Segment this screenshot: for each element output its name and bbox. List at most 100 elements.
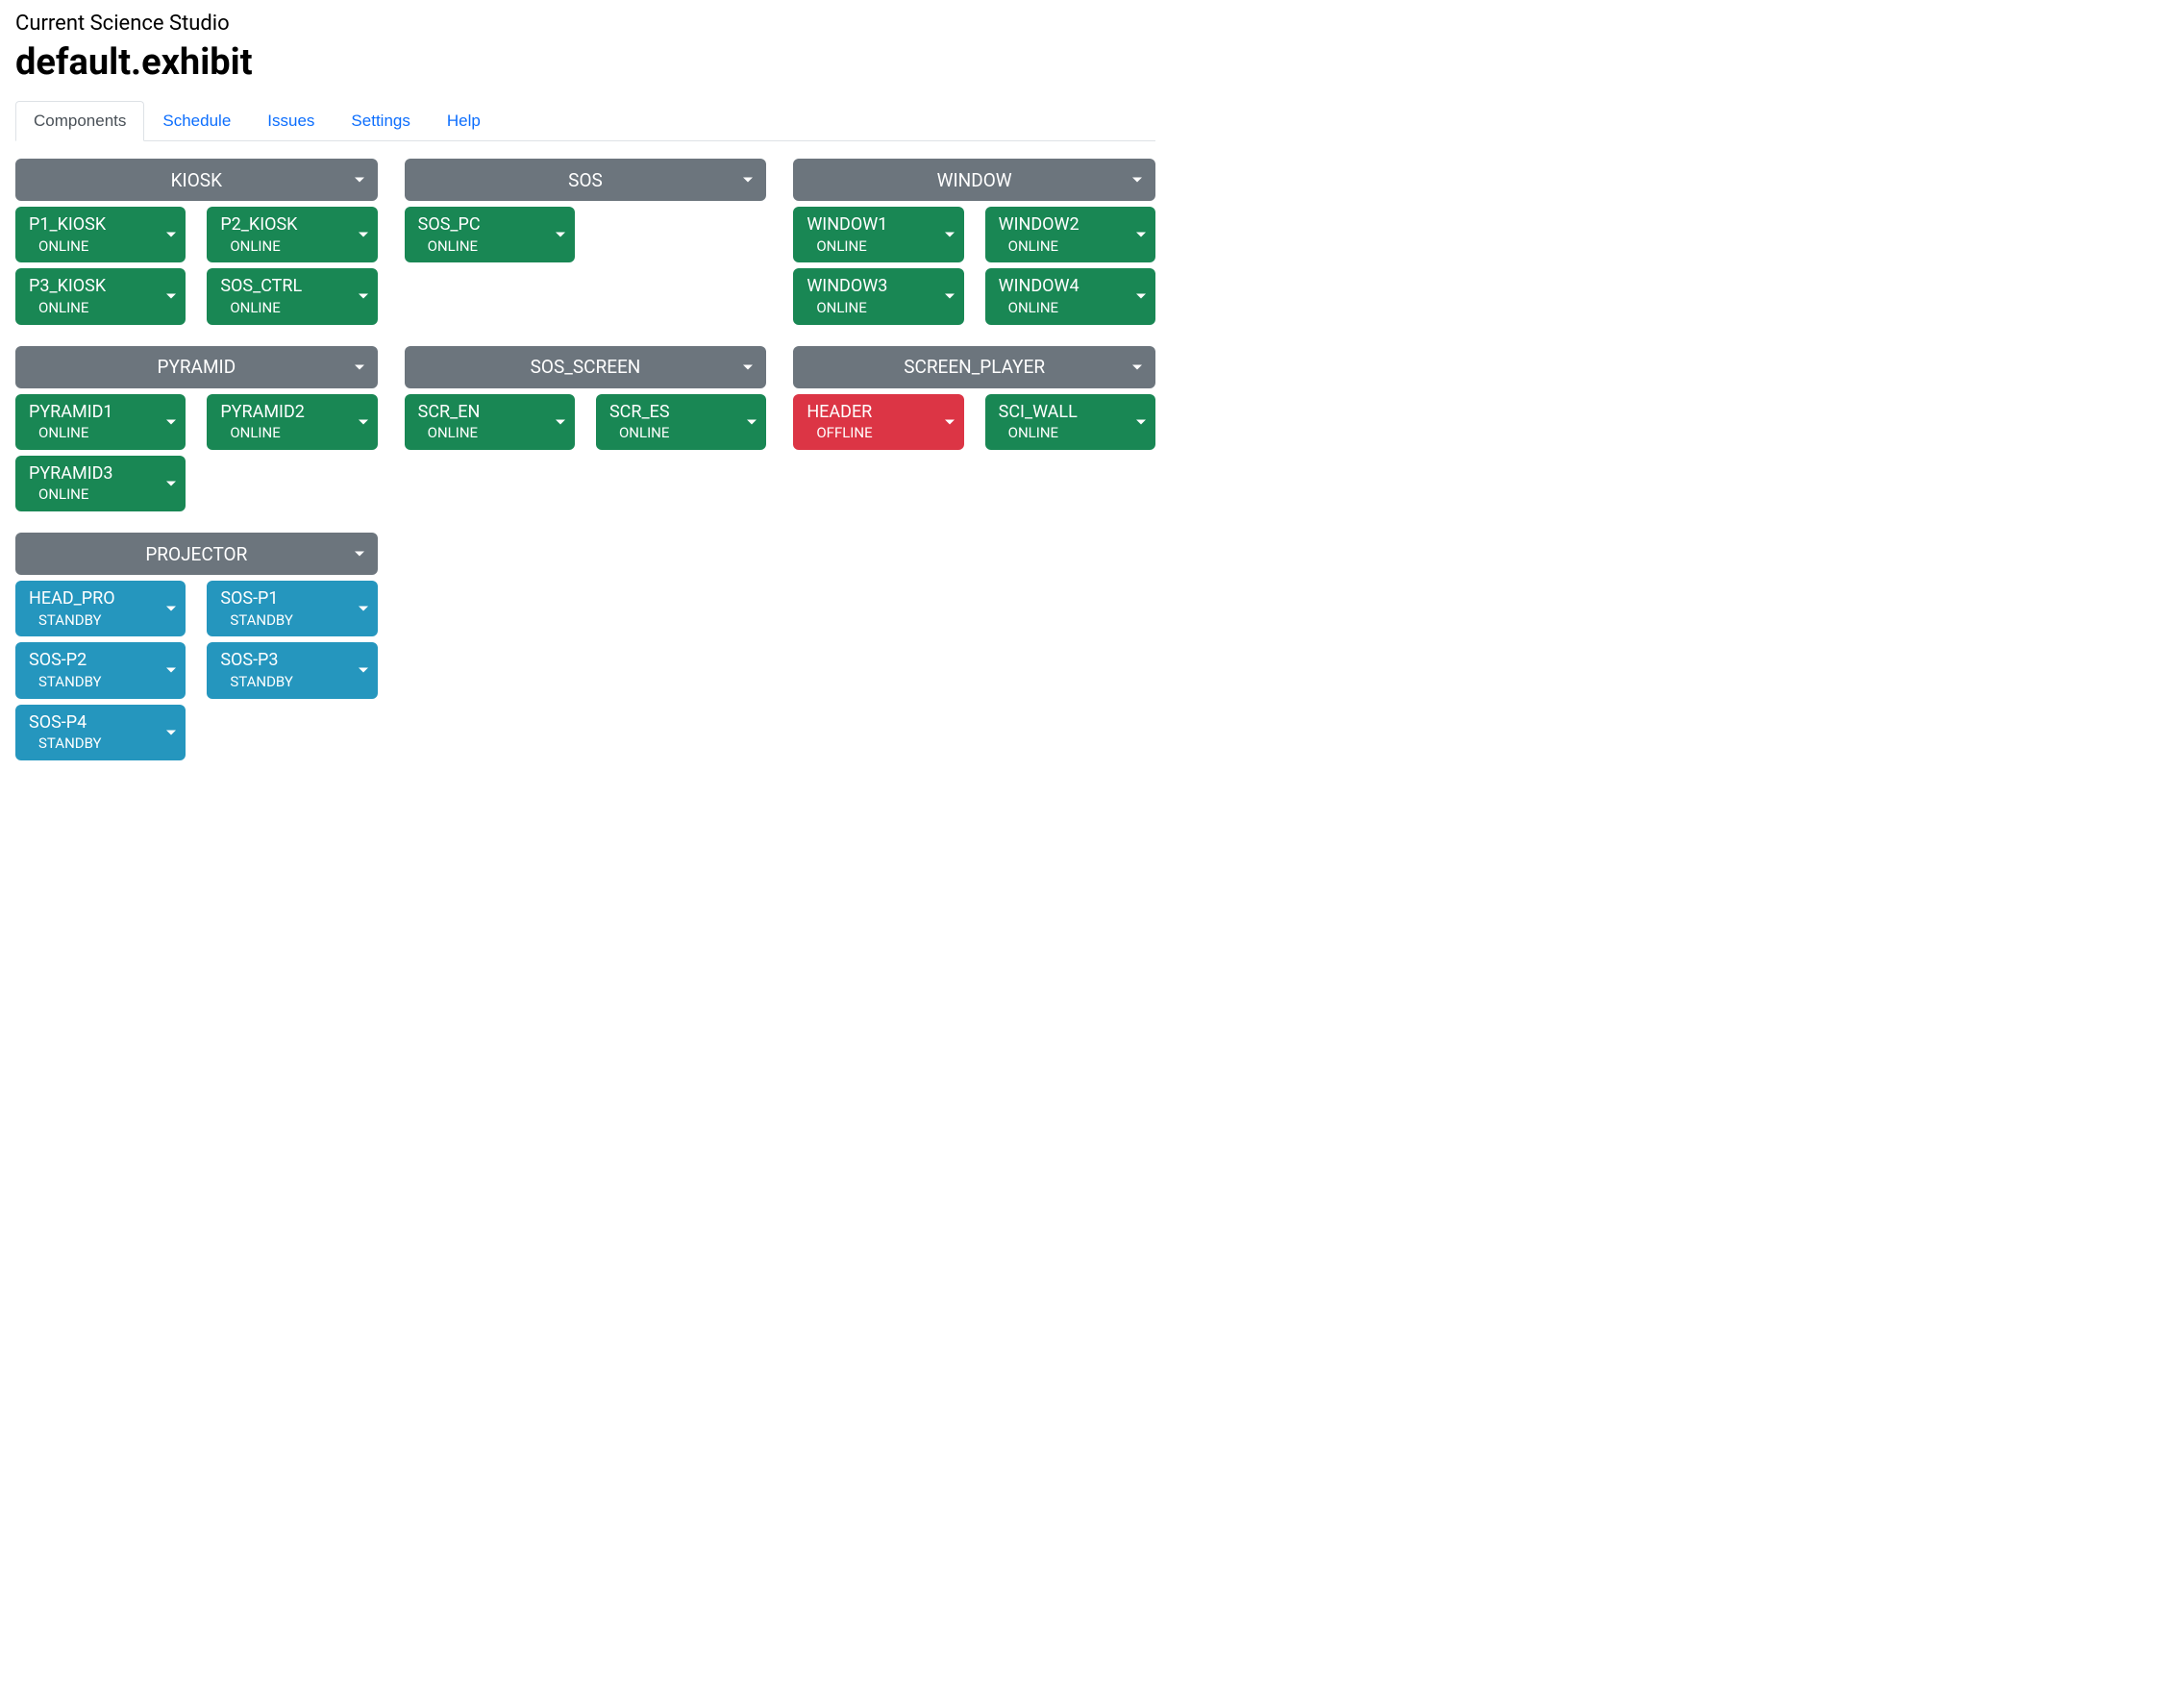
component-name: WINDOW3: [807, 276, 887, 298]
component-scr_es[interactable]: SCR_ESONLINE: [596, 394, 766, 450]
component-status: OFFLINE: [816, 424, 872, 442]
component-text: PYRAMID3ONLINE: [29, 463, 113, 504]
group-header-kiosk[interactable]: KIOSK: [15, 159, 378, 201]
component-name: PYRAMID1: [29, 402, 113, 424]
page-title: default.exhibit: [15, 41, 1155, 84]
component-status: ONLINE: [38, 485, 88, 504]
tab-help[interactable]: Help: [429, 101, 499, 141]
chevron-down-icon: [1136, 233, 1146, 237]
component-name: SCI_WALL: [999, 402, 1078, 424]
component-sos_pc[interactable]: SOS_PCONLINE: [405, 207, 575, 262]
component-name: P1_KIOSK: [29, 214, 106, 236]
component-status: ONLINE: [619, 424, 669, 442]
chevron-down-icon: [355, 178, 364, 183]
group-header-projector[interactable]: PROJECTOR: [15, 533, 378, 575]
component-p1_kiosk[interactable]: P1_KIOSKONLINE: [15, 207, 186, 262]
group-header-label: SCREEN_PLAYER: [904, 356, 1045, 378]
component-status: ONLINE: [230, 237, 280, 256]
component-sos-p2[interactable]: SOS-P2STANDBY: [15, 642, 186, 698]
component-text: SOS-P3STANDBY: [220, 650, 293, 690]
chevron-down-icon: [747, 419, 757, 424]
chevron-down-icon: [166, 294, 176, 299]
component-sos-p3[interactable]: SOS-P3STANDBY: [207, 642, 377, 698]
chevron-down-icon: [166, 730, 176, 734]
component-header[interactable]: HEADEROFFLINE: [793, 394, 963, 450]
component-name: SOS-P3: [220, 650, 278, 672]
group-header-label: SOS: [568, 169, 603, 191]
tab-schedule[interactable]: Schedule: [144, 101, 249, 141]
component-status: ONLINE: [38, 424, 88, 442]
component-text: SOS-P2STANDBY: [29, 650, 102, 690]
tab-components[interactable]: Components: [15, 101, 144, 141]
group-header-label: WINDOW: [937, 169, 1012, 191]
chevron-down-icon: [166, 233, 176, 237]
chevron-down-icon: [359, 607, 368, 611]
tab-issues[interactable]: Issues: [249, 101, 333, 141]
chevron-down-icon: [556, 233, 565, 237]
component-text: WINDOW3ONLINE: [807, 276, 887, 316]
group-screen_player: SCREEN_PLAYER HEADEROFFLINE SCI_WALLONLINE: [793, 346, 1155, 512]
component-p3_kiosk[interactable]: P3_KIOSKONLINE: [15, 268, 186, 324]
component-status: ONLINE: [1008, 237, 1058, 256]
group-header-sos_screen[interactable]: SOS_SCREEN: [405, 346, 767, 388]
group-header-label: PROJECTOR: [145, 543, 247, 565]
component-text: HEADEROFFLINE: [807, 402, 872, 442]
chevron-down-icon: [355, 364, 364, 369]
component-name: WINDOW4: [999, 276, 1080, 298]
component-text: HEAD_PROSTANDBY: [29, 588, 115, 629]
chevron-down-icon: [556, 419, 565, 424]
component-text: SCI_WALLONLINE: [999, 402, 1078, 442]
component-text: P2_KIOSKONLINE: [220, 214, 297, 255]
component-sos-p4[interactable]: SOS-P4STANDBY: [15, 705, 186, 760]
group-header-sos[interactable]: SOS: [405, 159, 767, 201]
component-pyramid3[interactable]: PYRAMID3ONLINE: [15, 456, 186, 511]
component-window2[interactable]: WINDOW2ONLINE: [985, 207, 1155, 262]
component-text: SOS-P1STANDBY: [220, 588, 293, 629]
component-name: SOS_CTRL: [220, 276, 302, 298]
chevron-down-icon: [945, 233, 955, 237]
components-list: SOS_PCONLINE: [405, 207, 767, 262]
component-status: ONLINE: [816, 299, 866, 317]
component-text: WINDOW2ONLINE: [999, 214, 1080, 255]
component-status: STANDBY: [38, 611, 102, 630]
component-text: PYRAMID2ONLINE: [220, 402, 305, 442]
chevron-down-icon: [743, 364, 753, 369]
component-window3[interactable]: WINDOW3ONLINE: [793, 268, 963, 324]
component-p2_kiosk[interactable]: P2_KIOSKONLINE: [207, 207, 377, 262]
component-text: P3_KIOSKONLINE: [29, 276, 106, 316]
component-name: SOS-P4: [29, 712, 87, 734]
component-window1[interactable]: WINDOW1ONLINE: [793, 207, 963, 262]
component-name: HEAD_PRO: [29, 588, 115, 610]
group-header-pyramid[interactable]: PYRAMID: [15, 346, 378, 388]
chevron-down-icon: [166, 607, 176, 611]
component-status: STANDBY: [38, 673, 102, 691]
component-pyramid2[interactable]: PYRAMID2ONLINE: [207, 394, 377, 450]
component-status: STANDBY: [38, 734, 102, 753]
group-header-label: PYRAMID: [157, 356, 236, 378]
chevron-down-icon: [1136, 294, 1146, 299]
component-status: ONLINE: [428, 424, 478, 442]
group-pyramid: PYRAMIDPYRAMID1ONLINEPYRAMID2ONLINEPYRAM…: [15, 346, 378, 512]
components-list: P1_KIOSKONLINEP2_KIOSKONLINEP3_KIOSKONLI…: [15, 207, 378, 325]
component-scr_en[interactable]: SCR_ENONLINE: [405, 394, 575, 450]
component-status: ONLINE: [1008, 424, 1058, 442]
component-sos_ctrl[interactable]: SOS_CTRLONLINE: [207, 268, 377, 324]
group-header-screen_player[interactable]: SCREEN_PLAYER: [793, 346, 1155, 388]
group-kiosk: KIOSKP1_KIOSKONLINEP2_KIOSKONLINEP3_KIOS…: [15, 159, 378, 325]
chevron-down-icon: [166, 419, 176, 424]
component-sos-p1[interactable]: SOS-P1STANDBY: [207, 581, 377, 636]
component-text: WINDOW4ONLINE: [999, 276, 1080, 316]
group-header-label: SOS_SCREEN: [531, 356, 641, 378]
components-list: HEADEROFFLINE SCI_WALLONLINE: [793, 394, 1155, 450]
component-head_pro[interactable]: HEAD_PROSTANDBY: [15, 581, 186, 636]
chevron-down-icon: [359, 233, 368, 237]
tab-settings[interactable]: Settings: [333, 101, 428, 141]
component-pyramid1[interactable]: PYRAMID1ONLINE: [15, 394, 186, 450]
component-name: PYRAMID2: [220, 402, 305, 424]
group-header-window[interactable]: WINDOW: [793, 159, 1155, 201]
group-projector: PROJECTORHEAD_PROSTANDBYSOS-P1STANDBYSOS…: [15, 533, 378, 760]
component-window4[interactable]: WINDOW4ONLINE: [985, 268, 1155, 324]
component-name: HEADER: [807, 402, 872, 424]
component-sci_wall[interactable]: SCI_WALLONLINE: [985, 394, 1155, 450]
chevron-down-icon: [1132, 364, 1142, 369]
